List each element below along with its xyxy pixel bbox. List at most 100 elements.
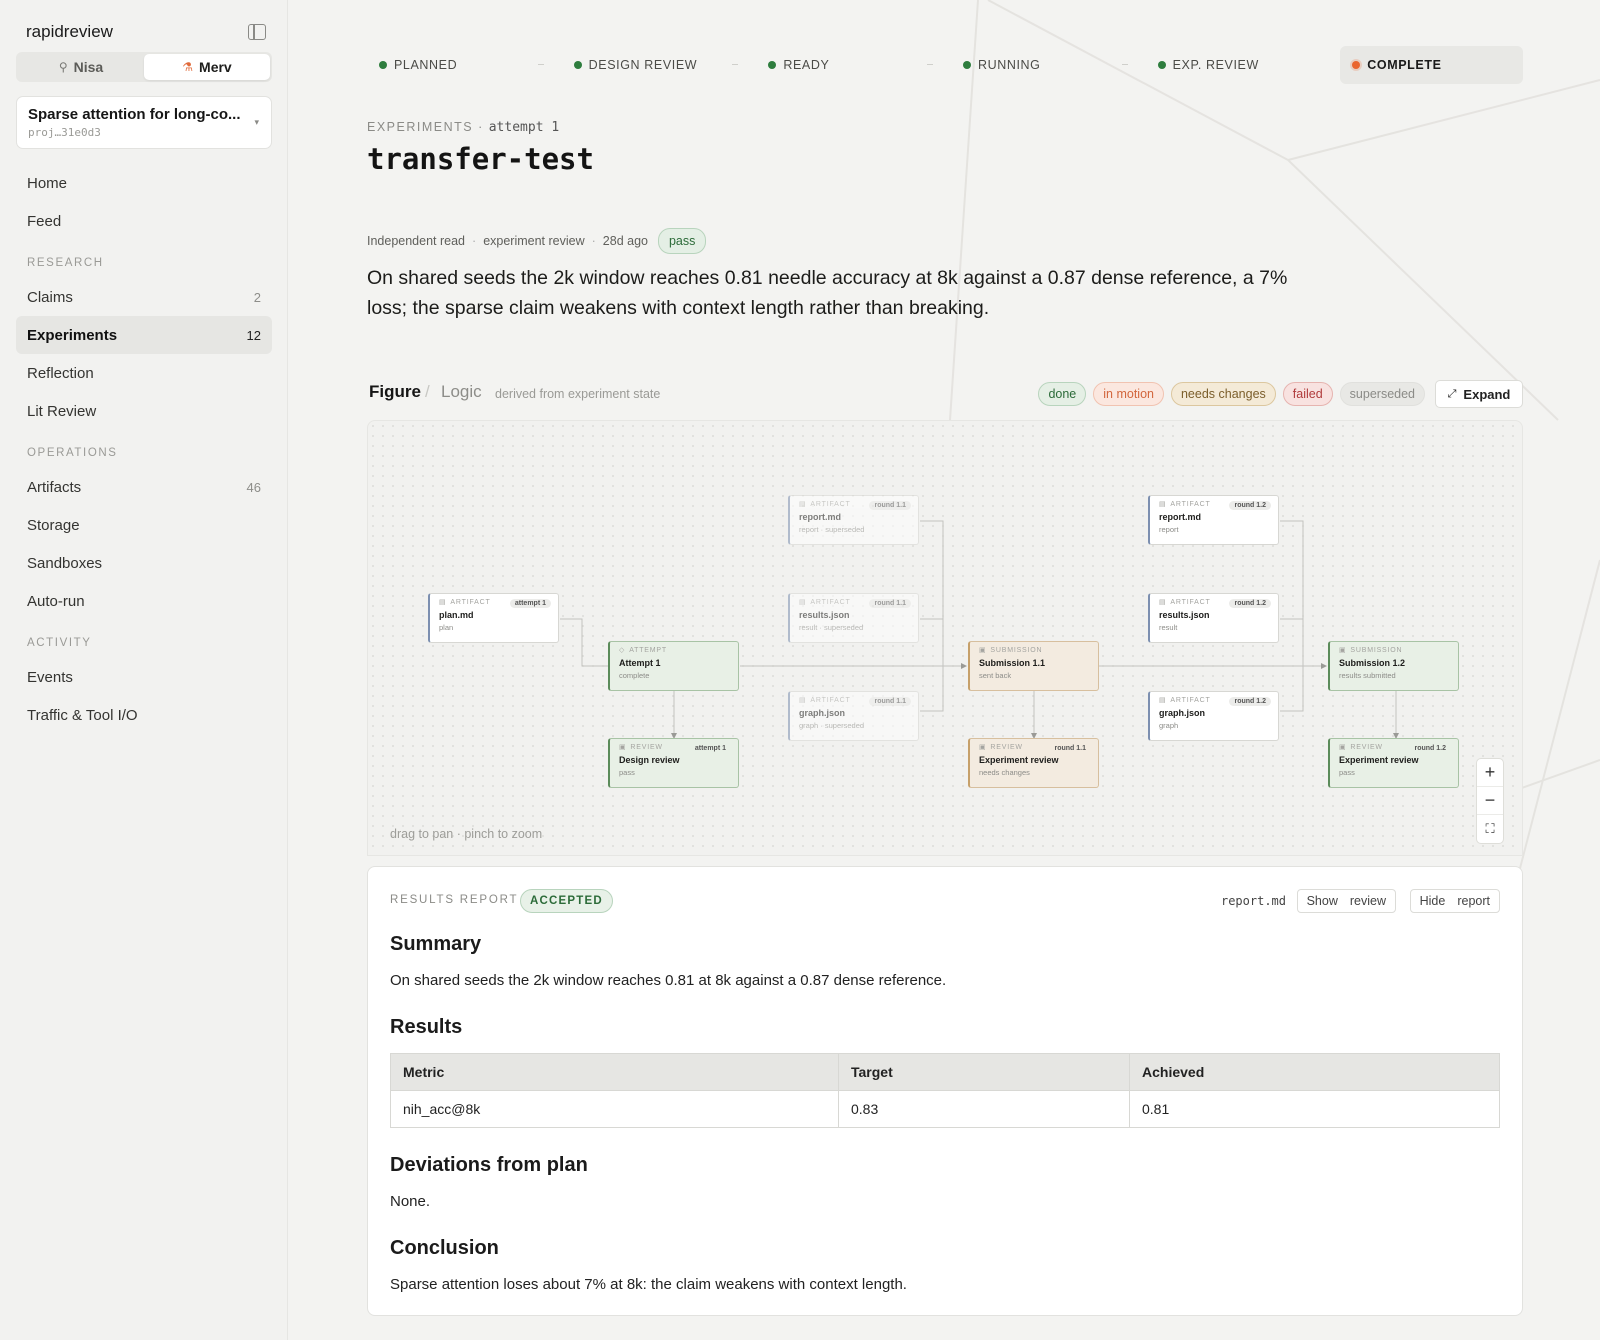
stage-running[interactable]: RUNNING [951,46,1146,84]
status-badge: ACCEPTED [520,889,613,913]
node-subtitle: pass [619,768,635,777]
expand-button[interactable]: ⤢ Expand [1435,380,1523,408]
stage-exp-review[interactable]: EXP. REVIEW [1146,46,1341,84]
zoom-out-icon[interactable]: − [1477,787,1503,815]
fit-view-icon[interactable]: ⛶ [1477,815,1503,843]
sidebar-item-home[interactable]: Home [16,164,272,202]
review-summary: On shared seeds the 2k window reaches 0.… [367,267,1288,319]
legend-needs-changes: needs changes [1170,382,1276,406]
node-round-badge: attempt 1 [509,599,551,608]
user-name: Nisa [73,59,104,75]
stage-separator [732,64,739,65]
status-dot-icon [1352,61,1361,69]
sidebar-nav: Home Feed RESEARCH Claims 2 Experiments 12… [16,164,272,734]
sidebar-item-label: Experiments [27,326,118,344]
graph-node-design-review[interactable]: ▣ REVIEW Design review pass attempt 1 [608,738,739,788]
user-switcher: ⚲ Nisa ⚗ Merv [16,52,272,82]
stage-complete[interactable]: COMPLETE [1340,46,1523,84]
node-subtitle: report · superseded [799,525,865,534]
sidebar-item-auto-run[interactable]: Auto-run [16,582,272,620]
breadcrumb-section[interactable]: EXPERIMENTS [367,120,473,134]
sidebar-item-experiments[interactable]: Experiments 12 [16,316,272,354]
node-title: report.md [1159,512,1202,522]
graph-node-plan[interactable]: ▤ ARTIFACT plan.md plan attempt 1 [428,593,559,643]
status-dot-icon [1157,61,1166,69]
file-icon: ▤ [799,599,807,606]
graph-node-submission-1-1[interactable]: ▣ SUBMISSION Submission 1.1 sent back [968,641,1099,691]
graph-node-exp-review-1-1[interactable]: ▣ REVIEW Experiment review needs changes … [968,738,1099,788]
meta-separator: · [591,234,596,248]
graph-node-results-1-1[interactable]: ▤ ARTIFACT results.json result · supersed… [788,593,919,643]
status-badge: pass [657,228,707,254]
deviations-heading: Deviations from plan [390,1154,588,1176]
project-selector[interactable]: Sparse attention for long-co... proj…31e… [16,96,272,149]
expand-icon: ⤢ [1447,387,1457,400]
button-label: report [1457,894,1490,908]
deviations-text: None. [390,1193,431,1210]
sidebar-item-reflection[interactable]: Reflection [16,354,272,392]
review-type: experiment review [483,234,585,248]
sidebar-toggle-icon[interactable] [248,24,266,40]
graph-node-submission-1-2[interactable]: ▣ SUBMISSION Submission 1.2 results submi… [1328,641,1459,691]
user-option-nisa[interactable]: ⚲ Nisa [18,54,144,80]
node-subtitle: pass [1339,768,1355,777]
status-dot-icon [379,61,387,69]
node-kind-label: ATTEMPT [629,646,667,654]
node-round-badge: round 1.1 [869,599,911,608]
results-heading: Results [390,1016,463,1038]
node-title: Experiment review [979,755,1059,765]
node-subtitle: complete [619,671,650,680]
node-title: results.json [1159,610,1210,620]
table-header: Achieved [1129,1053,1500,1091]
stage-planned[interactable]: PLANNED [367,46,562,84]
stage-label: EXP. REVIEW [1172,58,1259,72]
graph-node-attempt[interactable]: ◇ ATTEMPT Attempt 1 complete [608,641,739,691]
graph-node-exp-review-1-2[interactable]: ▣ REVIEW Experiment review pass round 1.2 [1328,738,1459,788]
stage-design-review[interactable]: DESIGN REVIEW [562,46,757,84]
node-subtitle: report [1159,525,1179,534]
report-filename[interactable]: report.md [1221,894,1286,908]
stage-separator [537,64,544,65]
sidebar-item-traffic[interactable]: Traffic & Tool I/O [16,696,272,734]
tab-logic[interactable]: Logic [441,382,482,402]
graph-node-graph-1-1[interactable]: ▤ ARTIFACT graph.json graph · superseded … [788,691,919,741]
sidebar-item-events[interactable]: Events [16,658,272,696]
node-kind-label: ARTIFACT [810,696,851,704]
node-round-badge: round 1.2 [1229,697,1271,706]
node-kind-label: REVIEW [630,743,663,751]
expand-label: Expand [1463,386,1511,402]
show-review-button[interactable]: Show review [1296,889,1396,913]
graph-node-report-1-1[interactable]: ▤ ARTIFACT report.md report · superseded … [788,495,919,545]
stage-ready[interactable]: READY [756,46,951,84]
graph-node-report-1-2[interactable]: ▤ ARTIFACT report.md report round 1.2 [1148,495,1279,545]
file-icon: ▤ [799,697,807,704]
sidebar-item-count: 46 [246,479,261,495]
sidebar-item-label: Storage [27,516,80,534]
sidebar-item-artifacts[interactable]: Artifacts 46 [16,468,272,506]
stage-separator [926,64,933,65]
sidebar-item-label: Artifacts [27,478,82,496]
status-dot-icon [573,61,582,69]
breadcrumb-separator: · [478,120,489,134]
summary-heading: Summary [390,933,482,955]
node-round-badge: attempt 1 [694,745,726,752]
graph-node-graph-1-2[interactable]: ▤ ARTIFACT graph.json graph round 1.2 [1148,691,1279,741]
user-option-merv[interactable]: ⚗ Merv [144,54,270,80]
sidebar-item-label: Traffic & Tool I/O [27,706,138,724]
tab-figure[interactable]: Figure [369,382,421,402]
stage-progress: PLANNED DESIGN REVIEW READY RUNNING EXP.… [367,46,1523,84]
diamond-icon: ◇ [619,647,626,654]
zoom-in-icon[interactable]: + [1477,759,1503,787]
sidebar-item-sandboxes[interactable]: Sandboxes [16,544,272,582]
node-kind-label: REVIEW [990,743,1023,751]
sidebar-item-claims[interactable]: Claims 2 [16,278,272,316]
file-icon: ▤ [439,599,447,606]
sidebar-item-lit-review[interactable]: Lit Review [16,392,272,430]
node-round-badge: round 1.2 [1229,599,1271,608]
graph-node-results-1-2[interactable]: ▤ ARTIFACT results.json result round 1.2 [1148,593,1279,643]
sidebar-item-storage[interactable]: Storage [16,506,272,544]
hide-report-button[interactable]: Hide report [1409,889,1500,913]
graph-canvas[interactable]: ▤ ARTIFACT plan.md plan attempt 1 ◇ ATTEMP… [367,420,1523,856]
app-brand: rapidreview [26,22,113,41]
sidebar-item-feed[interactable]: Feed [16,202,272,240]
